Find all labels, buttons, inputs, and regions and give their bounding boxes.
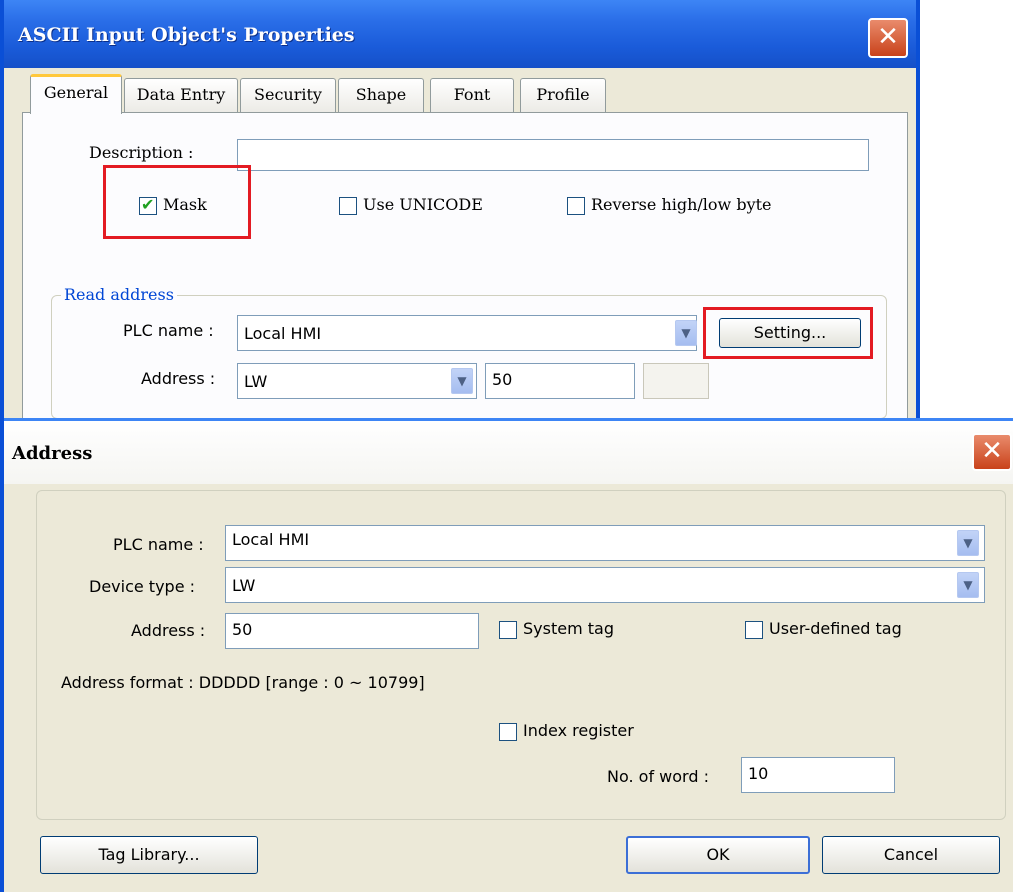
tab-data-entry[interactable]: Data Entry: [124, 78, 238, 112]
use-unicode-label: Use UNICODE: [363, 195, 483, 214]
setting-highlight-box: [703, 307, 873, 359]
address-extra-field: [643, 363, 709, 399]
tab-security[interactable]: Security: [240, 78, 336, 112]
use-unicode-checkbox[interactable]: [339, 197, 357, 215]
address-window-border: [0, 418, 4, 892]
address-dialog: Address ✕ PLC name : Local HMI ▼ Device …: [0, 418, 1013, 892]
properties-title: ASCII Input Object's Properties: [18, 24, 355, 46]
device-type-select[interactable]: LW: [225, 567, 985, 603]
dlg-plc-name-label: PLC name :: [113, 535, 204, 554]
plc-name-select[interactable]: Local HMI: [237, 315, 697, 351]
properties-titlebar[interactable]: ASCII Input Object's Properties ✕: [4, 0, 916, 68]
plc-name-label: PLC name :: [123, 321, 214, 340]
user-defined-tag-label: User-defined tag: [769, 619, 902, 638]
description-input[interactable]: [237, 139, 869, 171]
tab-profile[interactable]: Profile: [520, 78, 606, 112]
system-tag-label: System tag: [523, 619, 614, 638]
ok-button[interactable]: OK: [626, 836, 810, 874]
device-dropdown-icon[interactable]: ▼: [451, 368, 473, 394]
dlg-address-label: Address :: [131, 621, 206, 640]
tab-font[interactable]: Font: [430, 78, 514, 112]
address-panel: PLC name : Local HMI ▼ Device type : LW …: [36, 490, 1006, 820]
dlg-plc-name-select[interactable]: Local HMI: [225, 525, 985, 561]
reverse-byte-label: Reverse high/low byte: [591, 195, 772, 214]
device-select[interactable]: LW: [237, 363, 477, 399]
index-register-label: Index register: [523, 721, 634, 740]
tag-library-button[interactable]: Tag Library...: [40, 836, 258, 874]
dlg-address-input[interactable]: 50: [225, 613, 479, 649]
mask-highlight-box: [103, 165, 251, 239]
device-type-label: Device type :: [89, 577, 196, 596]
address-dialog-title: Address: [12, 443, 93, 464]
address-format-text: Address format : DDDDD [range : 0 ~ 1079…: [61, 673, 425, 692]
reverse-byte-checkbox[interactable]: [567, 197, 585, 215]
tab-shape[interactable]: Shape: [338, 78, 424, 112]
read-address-label: Read address: [61, 285, 177, 304]
address-close-icon[interactable]: ✕: [972, 433, 1012, 471]
no-of-word-input[interactable]: 10: [741, 757, 895, 793]
system-tag-checkbox[interactable]: [499, 621, 517, 639]
properties-close-icon[interactable]: ✕: [868, 18, 908, 58]
cancel-button[interactable]: Cancel: [822, 836, 1000, 874]
description-label: Description :: [89, 143, 194, 162]
dlg-plc-name-dropdown-icon[interactable]: ▼: [957, 530, 979, 556]
user-defined-tag-checkbox[interactable]: [745, 621, 763, 639]
address-input[interactable]: 50: [485, 363, 635, 399]
address-titlebar[interactable]: Address ✕: [0, 418, 1013, 484]
device-type-dropdown-icon[interactable]: ▼: [957, 572, 979, 598]
index-register-checkbox[interactable]: [499, 723, 517, 741]
address-label: Address :: [141, 369, 216, 388]
tab-general[interactable]: General: [30, 74, 122, 114]
no-of-word-label: No. of word :: [607, 767, 709, 786]
plc-name-dropdown-icon[interactable]: ▼: [675, 320, 697, 346]
